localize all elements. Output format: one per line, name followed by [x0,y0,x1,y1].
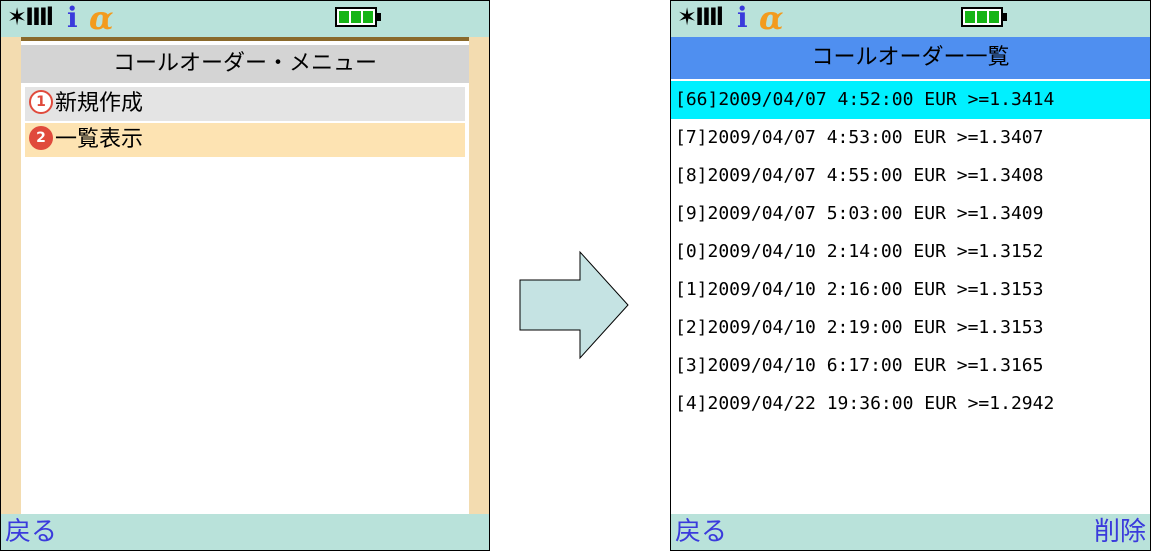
back-softkey[interactable]: 戻る [5,516,57,548]
number-2-icon: 2 [29,126,53,150]
menu-item-new[interactable]: 1 新規作成 [25,87,465,121]
alpha-icon: α [89,0,114,37]
signal-bars-icon: ✶Ⅲl [7,3,54,31]
signal-bars-icon: ✶Ⅲl [677,3,724,31]
delete-softkey[interactable]: 削除 [1094,516,1146,548]
frame-border-right [469,37,489,514]
order-row[interactable]: [2]2009/04/10 2:19:00 EUR >=1.3153 [671,309,1150,347]
menu-item-label: 新規作成 [55,91,144,116]
alpha-icon: α [759,0,784,37]
back-softkey[interactable]: 戻る [675,516,727,548]
menu-content: コールオーダー・メニュー 1 新規作成 2 一覧表示 [21,41,469,514]
status-bar: ✶Ⅲl i α [671,1,1150,37]
i-mode-icon: i [737,1,748,34]
transition-arrow-icon [519,250,629,360]
order-row[interactable]: [0]2009/04/10 2:14:00 EUR >=1.3152 [671,233,1150,271]
frame-border-left [1,37,21,514]
order-row[interactable]: [4]2009/04/22 19:36:00 EUR >=1.2942 [671,385,1150,423]
soft-key-bar: 戻る 削除 [671,514,1150,550]
status-bar: ✶Ⅲl i α [1,1,489,37]
order-row[interactable]: [66]2009/04/07 4:52:00 EUR >=1.3414 [671,81,1150,119]
battery-full-icon [961,7,1007,27]
order-list-screen: ✶Ⅲl i α コールオーダー一覧 [66]2009/04/07 4:52:00… [670,0,1151,551]
soft-key-bar: 戻る [1,514,489,550]
i-mode-icon: i [67,1,78,34]
menu-screen: ✶Ⅲl i α コールオーダー・メニュー 1 新規作成 2 一覧表示 戻る [0,0,490,551]
battery-full-icon [335,7,381,27]
menu-title: コールオーダー・メニュー [21,45,469,83]
order-row[interactable]: [1]2009/04/10 2:16:00 EUR >=1.3153 [671,271,1150,309]
order-row[interactable]: [9]2009/04/07 5:03:00 EUR >=1.3409 [671,195,1150,233]
menu-item-list[interactable]: 2 一覧表示 [25,123,465,157]
menu-item-label: 一覧表示 [55,127,144,152]
order-row[interactable]: [8]2009/04/07 4:55:00 EUR >=1.3408 [671,157,1150,195]
list-title: コールオーダー一覧 [671,37,1150,79]
order-row[interactable]: [7]2009/04/07 4:53:00 EUR >=1.3407 [671,119,1150,157]
order-row[interactable]: [3]2009/04/10 6:17:00 EUR >=1.3165 [671,347,1150,385]
number-1-icon: 1 [29,90,53,114]
